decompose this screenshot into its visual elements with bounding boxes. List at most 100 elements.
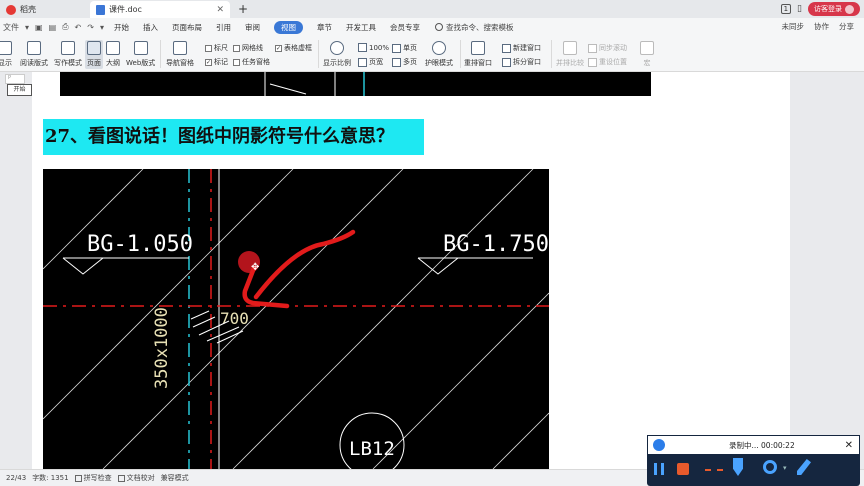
sync-scroll-button[interactable]: 同步滚动 xyxy=(588,43,627,53)
checkbox-icon xyxy=(205,44,212,52)
page-view-label: 页面 xyxy=(87,59,101,67)
split-window-button[interactable]: 拆分窗口 xyxy=(502,57,541,67)
read-layout-button[interactable]: 阅读版式 xyxy=(20,41,48,68)
markup-checkbox[interactable]: ✓ 标记 xyxy=(205,57,228,67)
marker-icon[interactable] xyxy=(733,458,743,476)
print-icon[interactable]: ⎙ xyxy=(62,22,68,32)
divider xyxy=(318,40,319,68)
side-by-side-button[interactable]: 并排比较 xyxy=(556,41,584,68)
page-count-badge[interactable]: 1 xyxy=(780,4,792,14)
undo-icon[interactable]: ↶ xyxy=(75,23,82,32)
share-button[interactable]: 分享 xyxy=(839,21,854,32)
open-folder-icon[interactable]: ▤ xyxy=(49,23,57,32)
file-menu[interactable]: 文件 xyxy=(3,22,19,33)
search-icon xyxy=(434,23,443,31)
table-borders-checkbox[interactable]: ✓ 表格虚框 xyxy=(275,43,312,53)
screen-recorder-widget[interactable]: 录制中... 00:00:22 ✕ ▾ xyxy=(647,435,860,486)
multi-page-label: 多页 xyxy=(403,58,417,66)
menu-right: 未同步 协作 分享 xyxy=(782,21,855,32)
eye-mode-button[interactable]: 护眼模式 xyxy=(425,41,453,68)
more-icon[interactable]: ▾ xyxy=(100,23,104,32)
tab-document[interactable]: 课件.doc ✕ xyxy=(90,1,230,18)
task-pane-checkbox[interactable]: 任务窗格 xyxy=(233,57,270,67)
avatar xyxy=(845,4,854,14)
camera-icon[interactable] xyxy=(763,460,777,474)
elevation-triangle-left xyxy=(62,257,104,275)
nav-pane-button[interactable]: 导航窗格 xyxy=(166,41,194,68)
titlebar-right: 1 ▯ 访客登录 xyxy=(780,2,860,16)
menu-references[interactable]: 引用 xyxy=(216,22,231,33)
menu-view[interactable]: 视图 xyxy=(273,20,303,34)
outline-button[interactable]: 大纲 xyxy=(106,41,120,68)
sync-scroll-label: 同步滚动 xyxy=(599,44,627,52)
cad-top-lines xyxy=(264,72,365,96)
menu-start[interactable]: 开始 xyxy=(114,22,129,33)
diagonal-hatch xyxy=(42,168,550,469)
pen-icon[interactable] xyxy=(797,459,811,475)
skin-icon[interactable]: ▯ xyxy=(797,4,802,14)
collaborate-button[interactable]: 协作 xyxy=(814,21,829,32)
zoom-icon xyxy=(330,41,344,55)
outline-icon xyxy=(106,41,120,55)
page-width-button[interactable]: 页宽 xyxy=(358,57,383,67)
zoom-100-icon xyxy=(358,43,367,52)
docer-logo-icon xyxy=(6,4,16,15)
close-icon[interactable]: ✕ xyxy=(845,440,853,451)
doc-check-label: 文档校对 xyxy=(126,474,155,482)
close-tab-icon[interactable]: ✕ xyxy=(216,5,224,15)
write-mode-button[interactable]: 写作模式 xyxy=(54,41,82,68)
reset-position-label: 重设位置 xyxy=(599,58,627,66)
checkbox-icon xyxy=(117,474,125,482)
multi-page-icon xyxy=(392,57,401,67)
word-count[interactable]: 字数: 1351 xyxy=(32,473,68,483)
pause-icon[interactable] xyxy=(654,463,664,475)
ruler-checkbox[interactable]: 标尺 xyxy=(205,43,228,53)
menu-chapter[interactable]: 章节 xyxy=(317,22,332,33)
line-tool-icon[interactable] xyxy=(705,469,723,471)
chevron-down-icon[interactable]: ▾ xyxy=(25,23,29,32)
write-mode-label: 写作模式 xyxy=(54,59,82,67)
display-button[interactable]: 显示 xyxy=(0,41,12,68)
recorder-toolbar: ▾ xyxy=(647,455,860,486)
gridlines-checkbox[interactable]: 网格线 xyxy=(233,43,263,53)
multi-page-button[interactable]: 多页 xyxy=(392,57,417,67)
start-button[interactable]: 开始 xyxy=(7,84,32,96)
rearrange-icon xyxy=(471,41,485,55)
single-page-button[interactable]: 单页 xyxy=(392,43,417,53)
redo-icon[interactable]: ↷ xyxy=(87,23,94,32)
cursor-icon: ✥ xyxy=(251,262,259,273)
guest-login-button[interactable]: 访客登录 xyxy=(808,2,860,16)
zoom-100-button[interactable]: 100% xyxy=(358,43,389,52)
checkmark-icon: ✓ xyxy=(205,58,212,66)
doc-check-toggle[interactable]: 文档校对 xyxy=(117,473,155,483)
elevation-triangle-right xyxy=(417,257,459,275)
rearrange-window-button[interactable]: 重排窗口 xyxy=(464,41,492,68)
document-area[interactable]: P 开始 27、看图说话！图纸中阴影符号什么意思？ BG-1.050 BG-1.… xyxy=(0,72,864,469)
save-icon[interactable]: ▣ xyxy=(35,23,43,32)
zoom-button[interactable]: 显示比例 xyxy=(323,41,351,68)
menu-developer[interactable]: 开发工具 xyxy=(346,22,376,33)
spellcheck-label: 拼写检查 xyxy=(83,474,112,482)
markup-label: 标记 xyxy=(214,58,228,66)
web-layout-button[interactable]: Web版式 xyxy=(126,41,155,68)
spellcheck-toggle[interactable]: 拼写检查 xyxy=(74,473,112,483)
macro-button[interactable]: 宏 xyxy=(640,41,654,68)
sync-status[interactable]: 未同步 xyxy=(782,21,805,32)
menu-page-layout[interactable]: 页面布局 xyxy=(172,22,202,33)
page-indicator[interactable]: 22/43 xyxy=(6,474,26,482)
add-tab-icon[interactable]: + xyxy=(238,1,248,18)
tab-home-label: 稻壳 xyxy=(20,5,36,14)
reset-position-button[interactable]: 重设位置 xyxy=(588,57,627,67)
reset-position-icon xyxy=(588,57,597,67)
new-window-button[interactable]: 新建窗口 xyxy=(502,43,541,53)
page-view-button[interactable]: 页面 xyxy=(85,40,103,69)
stop-icon[interactable] xyxy=(677,463,689,475)
tab-home[interactable]: 稻壳 xyxy=(0,1,90,18)
checkbox-icon xyxy=(74,474,82,482)
chevron-down-icon[interactable]: ▾ xyxy=(783,464,787,472)
menu-review[interactable]: 审阅 xyxy=(245,22,260,33)
command-search[interactable]: 查找命令、搜索模板 xyxy=(434,22,513,33)
task-pane-label: 任务窗格 xyxy=(242,58,270,66)
menu-member[interactable]: 会员专享 xyxy=(390,22,420,33)
menu-insert[interactable]: 插入 xyxy=(143,22,158,33)
